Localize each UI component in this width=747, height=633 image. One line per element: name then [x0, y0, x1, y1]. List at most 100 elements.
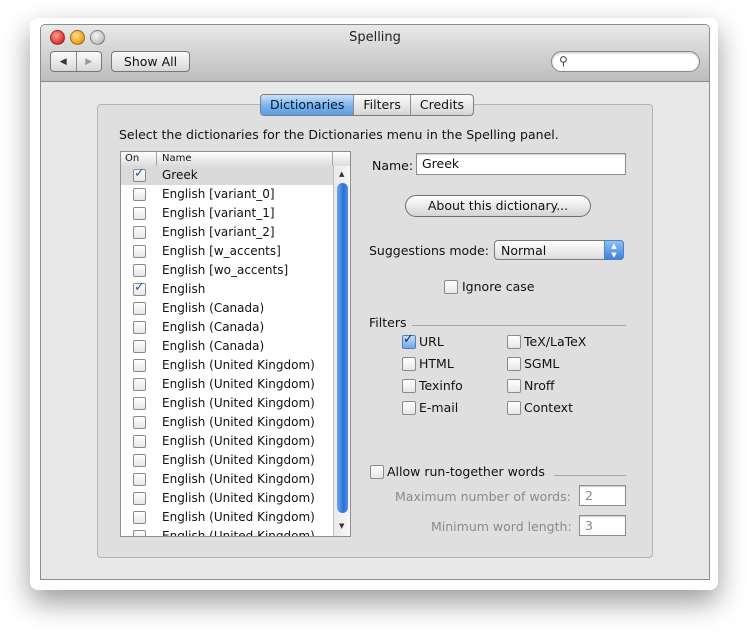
popup-arrows-icon: ▲ ▼ [604, 240, 624, 260]
list-item[interactable]: English [wo_accents] [121, 261, 333, 280]
max-words-label: Maximum number of words: [395, 489, 571, 504]
spelling-window: Spelling ◀ ▶ Show All ⚲ Dictionaries Fil… [40, 24, 710, 580]
forward-arrow-icon: ▶ [85, 56, 93, 67]
html-checkbox[interactable] [402, 357, 416, 371]
dictionary-checkbox[interactable] [133, 416, 146, 429]
ignore-case-checkbox[interactable] [444, 280, 458, 294]
dictionary-checkbox[interactable] [133, 511, 146, 524]
run-together-divider [554, 475, 626, 476]
email-label: E-mail [419, 400, 459, 415]
email-checkbox[interactable] [402, 401, 416, 415]
tab-credits[interactable]: Credits [409, 95, 473, 115]
dictionary-checkbox[interactable] [133, 280, 146, 296]
about-dictionary-button[interactable]: About this dictionary... [405, 195, 591, 217]
list-item[interactable]: English (United Kingdom) [121, 470, 333, 489]
min-length-label: Minimum word length: [431, 519, 572, 534]
list-item[interactable]: English (Canada) [121, 318, 333, 337]
list-item[interactable]: English (United Kingdom) [121, 527, 333, 537]
sgml-checkbox[interactable] [507, 357, 521, 371]
instructions-text: Select the dictionaries for the Dictiona… [119, 127, 559, 142]
dictionary-checkbox[interactable] [133, 397, 146, 410]
dictionary-checkbox[interactable] [133, 188, 146, 201]
dictionary-checkbox[interactable] [133, 473, 146, 486]
list-item[interactable]: English (United Kingdom) [121, 413, 333, 432]
dictionary-checkbox[interactable] [133, 245, 146, 258]
list-item[interactable]: English (United Kingdom) [121, 489, 333, 508]
list-item[interactable]: English [variant_2] [121, 223, 333, 242]
nroff-label: Nroff [524, 378, 555, 393]
list-item[interactable]: English [variant_0] [121, 185, 333, 204]
dictionary-name: English (United Kingdom) [162, 396, 315, 410]
dictionary-checkbox[interactable] [133, 435, 146, 448]
search-input[interactable]: ⚲ [551, 51, 700, 72]
dictionary-checkbox[interactable] [133, 302, 146, 315]
dictionary-checkbox[interactable] [133, 454, 146, 467]
texinfo-checkbox[interactable] [402, 379, 416, 393]
scroll-thumb[interactable] [337, 183, 348, 513]
back-button[interactable]: ◀ [51, 52, 76, 71]
list-scrollbar[interactable]: ▲ ▼ [333, 166, 350, 536]
dictionary-name: English [variant_2] [162, 225, 275, 239]
list-item[interactable]: English (Canada) [121, 299, 333, 318]
dictionary-list[interactable]: On Name Greek English [variant_0] English … [120, 151, 351, 537]
run-together-checkbox[interactable] [370, 465, 384, 479]
column-header-on[interactable]: On [125, 152, 139, 166]
html-label: HTML [419, 356, 454, 371]
list-item[interactable]: English (United Kingdom) [121, 394, 333, 413]
back-arrow-icon: ◀ [59, 56, 67, 67]
dictionary-checkbox[interactable] [133, 530, 146, 536]
ignore-case-label: Ignore case [462, 279, 535, 294]
nroff-checkbox[interactable] [507, 379, 521, 393]
list-item[interactable]: English (United Kingdom) [121, 432, 333, 451]
list-item[interactable]: English [121, 280, 333, 299]
list-item[interactable]: Greek [121, 166, 333, 185]
context-checkbox[interactable] [507, 401, 521, 415]
dictionary-name: English (Canada) [162, 301, 265, 315]
dictionary-name: English (United Kingdom) [162, 415, 315, 429]
name-field[interactable]: Greek [416, 153, 626, 175]
list-item[interactable]: English (Canada) [121, 337, 333, 356]
max-words-field[interactable]: 2 [579, 485, 626, 506]
list-item[interactable]: English [w_accents] [121, 242, 333, 261]
show-all-button[interactable]: Show All [111, 51, 190, 72]
search-icon: ⚲ [559, 54, 568, 68]
url-checkbox[interactable] [402, 332, 416, 349]
forward-button[interactable]: ▶ [75, 52, 102, 71]
tab-dictionaries[interactable]: Dictionaries [261, 95, 354, 115]
dictionary-name: English (United Kingdom) [162, 529, 315, 537]
dictionary-checkbox[interactable] [133, 492, 146, 505]
list-rows: Greek English [variant_0] English [variant… [121, 166, 333, 537]
dictionary-name: English [variant_1] [162, 206, 275, 220]
tex-checkbox[interactable] [507, 335, 521, 349]
list-item[interactable]: English [variant_1] [121, 204, 333, 223]
tab-bar: Dictionaries Filters Credits [260, 94, 474, 116]
tab-filters[interactable]: Filters [353, 95, 409, 115]
dictionary-checkbox[interactable] [133, 264, 146, 277]
list-item[interactable]: English (United Kingdom) [121, 508, 333, 527]
dictionary-name: English (United Kingdom) [162, 510, 315, 524]
suggestions-mode-value: Normal [501, 243, 547, 258]
dictionary-checkbox[interactable] [133, 359, 146, 372]
dictionary-name: English [w_accents] [162, 244, 281, 258]
dictionary-checkbox[interactable] [133, 321, 146, 334]
dictionary-checkbox[interactable] [133, 166, 146, 182]
column-header-name[interactable]: Name [162, 152, 192, 166]
scroll-down-arrow-icon[interactable]: ▼ [339, 522, 344, 530]
dictionary-name: English (United Kingdom) [162, 434, 315, 448]
dictionary-checkbox[interactable] [133, 226, 146, 239]
suggestions-mode-select[interactable]: Normal ▲ ▼ [494, 240, 624, 260]
min-length-field[interactable]: 3 [579, 515, 626, 536]
list-item[interactable]: English (United Kingdom) [121, 356, 333, 375]
list-item[interactable]: English (United Kingdom) [121, 451, 333, 470]
dictionary-name: English (United Kingdom) [162, 358, 315, 372]
dictionary-name: English (United Kingdom) [162, 491, 315, 505]
column-divider [156, 152, 157, 166]
scroll-up-arrow-icon[interactable]: ▲ [339, 170, 344, 178]
dictionary-checkbox[interactable] [133, 378, 146, 391]
dictionary-checkbox[interactable] [133, 340, 146, 353]
titlebar: Spelling ◀ ▶ Show All ⚲ [41, 25, 709, 82]
name-label: Name: [372, 158, 414, 173]
dictionary-checkbox[interactable] [133, 207, 146, 220]
dictionary-name: English (Canada) [162, 320, 265, 334]
list-item[interactable]: English (United Kingdom) [121, 375, 333, 394]
